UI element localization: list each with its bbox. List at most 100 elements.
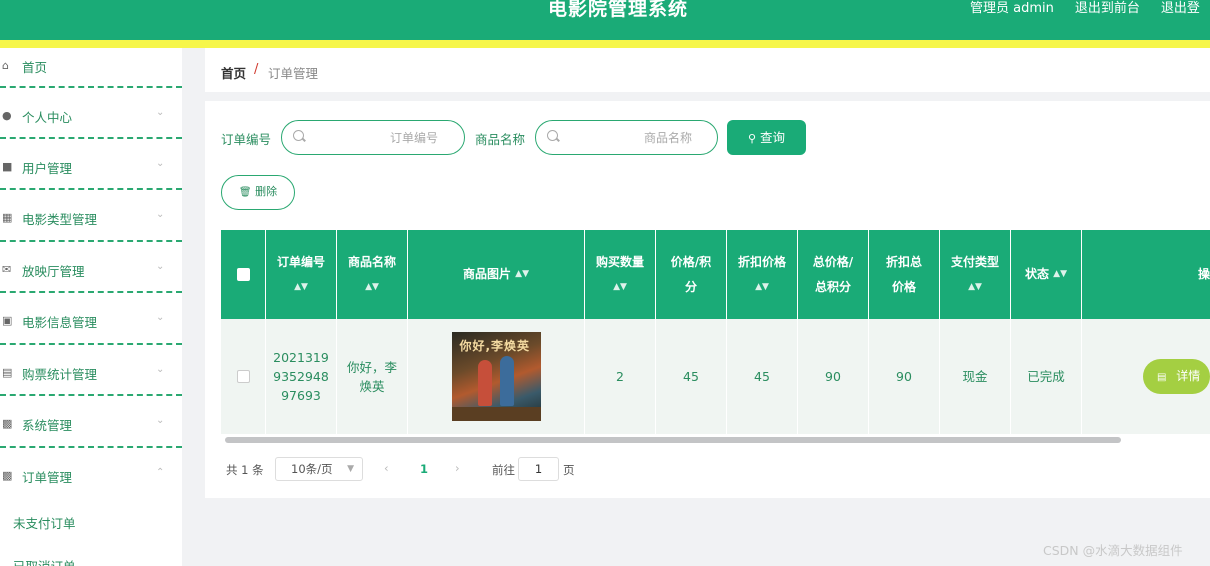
pager-total: 共 1 条: [226, 463, 264, 477]
cell-qty: 2: [585, 319, 656, 434]
chevron-down-icon: ⌄: [156, 261, 165, 272]
sidebar-item-movie-info[interactable]: ▣ 电影信息管理 ⌄: [0, 311, 182, 362]
logout-link[interactable]: 退出登: [1161, 0, 1200, 20]
search-icon: [293, 130, 304, 141]
sort-icon: ▲▼: [755, 281, 769, 292]
select-all-checkbox[interactable]: [236, 268, 250, 281]
app-title: 电影院管理系统: [548, 0, 689, 20]
column-header-label: 购买数量: [595, 254, 644, 269]
table-header: 订单编号 ▲▼ 商品名称 ▲▼ 商品图片 ▲▼ 购买数量 ▲▼ 价格/积分 折扣价格 ▲…: [221, 230, 1210, 319]
page-size-value: 10条/页: [291, 462, 333, 476]
sidebar-item-label: 订单管理: [22, 470, 73, 485]
goods-name-line: 焕英: [359, 378, 385, 394]
poster-figure: [499, 356, 514, 406]
chevron-down-icon: ⌄: [156, 312, 165, 323]
trash-icon: 🗑: [238, 187, 252, 198]
sidebar-subitem-unpaid-orders[interactable]: 未支付订单: [13, 513, 76, 532]
poster-title: 你好,李焕英: [459, 339, 531, 353]
column-header-discount-price[interactable]: 折扣价格 ▲▼: [727, 230, 798, 319]
goods-name-input[interactable]: [562, 125, 692, 150]
goto-label: 前往: [492, 463, 515, 477]
sort-icon: ▲▼: [294, 281, 308, 292]
sidebar-item-home[interactable]: ⌂ 首页: [0, 56, 182, 107]
select-all-cell: [221, 230, 266, 319]
breadcrumb-home[interactable]: 首页: [221, 63, 246, 82]
divider: [0, 394, 182, 396]
sort-icon: ▲▼: [365, 281, 379, 292]
column-header-price[interactable]: 价格/积分: [656, 230, 727, 319]
page-suffix: 页: [563, 463, 575, 477]
order-no-line: 9352948: [273, 369, 329, 384]
sidebar-item-label: 电影信息管理: [22, 315, 98, 330]
column-header-goods-image[interactable]: 商品图片 ▲▼: [408, 230, 585, 319]
row-checkbox[interactable]: [236, 370, 250, 383]
top-bar: 电影院管理系统 管理员 admin 退出到前台 退出登: [0, 0, 1210, 40]
column-header-pay-type[interactable]: 支付类型 ▲▼: [940, 230, 1011, 319]
chevron-down-icon: ⌄: [156, 158, 165, 169]
column-header-goods-name[interactable]: 商品名称 ▲▼: [337, 230, 408, 319]
sidebar-item-orders[interactable]: ▩ 订单管理 ⌃: [0, 466, 182, 517]
query-button[interactable]: ⚲ 查询: [727, 120, 806, 155]
column-header-total[interactable]: 总价格/总积分: [798, 230, 869, 319]
scrollbar-thumb[interactable]: [225, 437, 1121, 443]
sidebar-item-screening-halls[interactable]: ✉ 放映厅管理 ⌄: [0, 260, 182, 311]
message-icon: ▣: [2, 314, 13, 327]
exit-to-frontend-link[interactable]: 退出到前台: [1075, 0, 1140, 20]
monitor-icon: ▩: [2, 469, 13, 482]
divider: [0, 343, 182, 345]
column-header-discount-total[interactable]: 折扣总价格: [869, 230, 940, 319]
detail-button[interactable]: ▤ 详情: [1143, 359, 1210, 394]
goods-name-search-field[interactable]: [535, 120, 718, 155]
divider: [0, 291, 182, 293]
order-no-label: 订单编号: [221, 132, 272, 147]
users-icon: ■: [2, 160, 13, 173]
chevron-down-icon: ⌄: [156, 415, 165, 426]
cell-price: 45: [656, 319, 727, 434]
order-no-search-field[interactable]: [281, 120, 465, 155]
column-header-label: 支付类型: [950, 254, 999, 269]
next-page-icon[interactable]: ›: [455, 461, 460, 485]
cell-goods-image: 你好,李焕英: [408, 319, 585, 434]
clipboard-icon: ▦: [2, 211, 13, 224]
column-header-label: 折扣总价格: [885, 254, 922, 294]
sidebar-item-label: 电影类型管理: [22, 212, 98, 227]
column-header-actions: 操: [1082, 230, 1210, 319]
column-header-label: 商品名称: [347, 254, 396, 269]
sidebar-item-system[interactable]: ▩ 系统管理 ⌄: [0, 414, 182, 465]
admin-user-link[interactable]: 管理员 admin: [970, 0, 1054, 20]
sidebar: ⌂ 首页 ● 个人中心 ⌄ ■ 用户管理 ⌄ ▦ 电影类型管理 ⌄ ✉ 放映厅管…: [0, 48, 182, 566]
column-header-label: 商品图片: [462, 267, 511, 281]
row-select-cell: [221, 319, 266, 434]
mail-icon: ✉: [2, 263, 12, 276]
column-header-qty[interactable]: 购买数量 ▲▼: [585, 230, 656, 319]
sidebar-item-personal-center[interactable]: ● 个人中心 ⌄: [0, 106, 182, 157]
page-size-select[interactable]: 10条/页 ▼: [275, 457, 363, 481]
movie-poster-image[interactable]: 你好,李焕英: [451, 332, 541, 421]
sidebar-item-users[interactable]: ■ 用户管理 ⌄: [0, 157, 182, 208]
divider: [0, 446, 182, 448]
cell-status: 已完成: [1011, 319, 1082, 434]
poster-ground: [451, 407, 541, 421]
header-links: 管理员 admin 退出到前台 退出登: [970, 0, 1210, 20]
cell-discount-price: 45: [727, 319, 798, 434]
watermark: CSDN @水滴大数据组件: [1043, 543, 1183, 558]
goto-page-input[interactable]: 1: [518, 457, 559, 481]
delete-button[interactable]: 🗑 删除: [221, 175, 295, 210]
sidebar-item-movie-types[interactable]: ▦ 电影类型管理 ⌄: [0, 208, 182, 259]
order-no-input[interactable]: [308, 125, 438, 150]
breadcrumb: 首页 / 订单管理: [205, 48, 1210, 92]
sidebar-item-label: 购票统计管理: [22, 367, 98, 382]
cell-order-no: 2021319 9352948 97693: [266, 319, 337, 434]
prev-page-icon[interactable]: ‹: [384, 461, 389, 485]
horizontal-scrollbar[interactable]: [221, 434, 1210, 445]
divider: [0, 137, 182, 139]
column-header-order-no[interactable]: 订单编号 ▲▼: [266, 230, 337, 319]
sidebar-item-ticket-stats[interactable]: ▤ 购票统计管理 ⌄: [0, 363, 182, 414]
search-icon: ⚲: [747, 132, 757, 145]
table-row: 2021319 9352948 97693 你好，李 焕英 你好,李焕英 2 4…: [221, 319, 1210, 434]
sidebar-subitem-cancelled-orders[interactable]: 已取消订单: [13, 556, 76, 566]
current-page-number[interactable]: 1: [420, 462, 428, 486]
chevron-up-icon: ⌃: [156, 467, 165, 478]
column-header-status[interactable]: 状态 ▲▼: [1011, 230, 1082, 319]
sort-icon: ▲▼: [968, 281, 982, 292]
